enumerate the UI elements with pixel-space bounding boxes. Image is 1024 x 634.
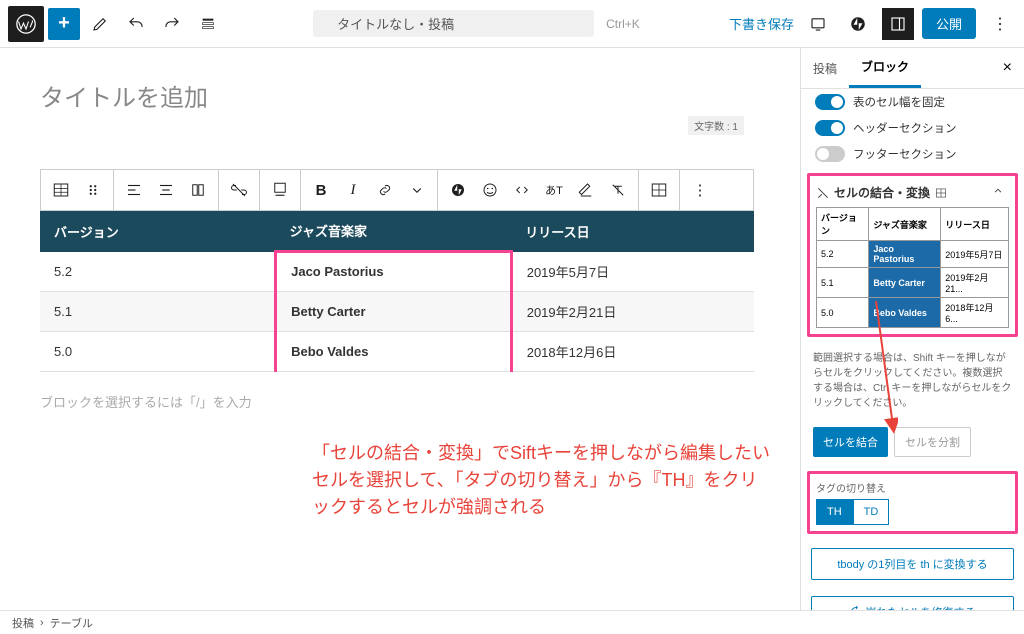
tab-post[interactable]: 投稿	[801, 50, 849, 87]
code-icon[interactable]	[506, 172, 538, 208]
table-row: 5.2 Jaco Pastorius 2019年5月7日	[40, 252, 754, 292]
help-text: 範囲選択する場合は、Shift キーを押しながらセルをクリックしてください。複数…	[803, 351, 1022, 411]
add-block-button[interactable]: +	[48, 8, 80, 40]
table-edit-icon[interactable]	[643, 172, 675, 208]
font-size-icon[interactable]: あT	[538, 172, 570, 208]
tag-switch-panel: タグの切り替え TH TD	[807, 471, 1018, 534]
block-appender[interactable]: ブロックを選択するには「/」を入力	[40, 392, 760, 411]
char-count-badge: 文字数 : 1	[688, 116, 744, 135]
close-icon[interactable]: ×	[991, 51, 1024, 85]
unlink-icon[interactable]	[223, 172, 255, 208]
emoji-icon[interactable]	[474, 172, 506, 208]
more-options-icon[interactable]: ⋮	[684, 172, 716, 208]
table-block-icon[interactable]	[45, 172, 77, 208]
table-header[interactable]: リリース日	[511, 211, 754, 252]
document-title[interactable]: タイトルなし・投稿	[313, 10, 594, 37]
tab-block[interactable]: ブロック	[849, 48, 921, 88]
main-table[interactable]: バージョン ジャズ音楽家 リリース日 5.2 Jaco Pastorius 20…	[40, 211, 754, 372]
annotation-text: 「セルの結合・変換」でSiftキーを押しながら編集したいセルを選択して、「タブの…	[312, 440, 772, 521]
settings-panel-toggle[interactable]	[882, 8, 914, 40]
clear-format-icon[interactable]	[602, 172, 634, 208]
split-cells-button[interactable]: セルを分割	[894, 427, 971, 457]
breadcrumb: 投稿 › テーブル	[0, 610, 1024, 634]
caption-icon[interactable]	[264, 172, 296, 208]
italic-icon[interactable]: I	[337, 172, 369, 208]
align-left-icon[interactable]	[118, 172, 150, 208]
shortcut-hint: Ctrl+K	[606, 17, 640, 31]
edit-mode-icon[interactable]	[84, 8, 116, 40]
block-toolbar: B I あT ⋮	[40, 169, 754, 211]
highlight-icon[interactable]	[570, 172, 602, 208]
cell-merge-panel: セルの結合・変換 バージョン ジャズ音楽家 リリース日 5.2Jaco Past…	[807, 173, 1018, 337]
publish-button[interactable]: 公開	[922, 8, 976, 39]
drag-handle-icon[interactable]	[77, 172, 109, 208]
redo-icon[interactable]	[156, 8, 188, 40]
chevron-up-icon[interactable]	[991, 184, 1009, 201]
align-center-icon[interactable]	[150, 172, 182, 208]
table-header[interactable]: バージョン	[40, 211, 276, 252]
details-icon[interactable]	[192, 8, 224, 40]
more-menu-icon[interactable]: ⋮	[984, 8, 1016, 40]
table-row: 5.1 Betty Carter 2019年2月21日	[40, 291, 754, 331]
repair-cells-button[interactable]: 崩れたセルを修復する	[811, 596, 1014, 610]
save-draft-link[interactable]: 下書き保存	[729, 14, 794, 33]
jetpack-icon[interactable]	[842, 8, 874, 40]
tag-td-button[interactable]: TD	[853, 499, 890, 525]
link-icon[interactable]	[369, 172, 401, 208]
wp-logo[interactable]	[8, 6, 44, 42]
merge-cells-button[interactable]: セルを結合	[813, 427, 888, 457]
toggle-fixed-width[interactable]	[815, 94, 845, 110]
tag-th-button[interactable]: TH	[816, 499, 853, 525]
breadcrumb-item[interactable]: 投稿	[12, 615, 34, 631]
toggle-header-section[interactable]	[815, 120, 845, 136]
table-icon	[934, 186, 948, 200]
table-row: 5.0 Bebo Valdes 2018年12月6日	[40, 331, 754, 371]
chevron-down-icon[interactable]	[401, 172, 433, 208]
convert-th-button[interactable]: tbody の1列目を th に変換する	[811, 548, 1014, 580]
table-header[interactable]: ジャズ音楽家	[276, 211, 512, 252]
post-title-input[interactable]: タイトルを追加	[40, 78, 760, 113]
undo-icon[interactable]	[120, 8, 152, 40]
preview-table[interactable]: バージョン ジャズ音楽家 リリース日 5.2Jaco Pastorius2019…	[816, 207, 1009, 328]
bold-icon[interactable]: B	[305, 172, 337, 208]
preview-icon[interactable]	[802, 8, 834, 40]
breadcrumb-item[interactable]: テーブル	[50, 615, 93, 631]
toggle-footer-section[interactable]	[815, 146, 845, 162]
column-align-icon[interactable]	[182, 172, 214, 208]
jetpack-tool-icon[interactable]	[442, 172, 474, 208]
settings-sidebar: 投稿 ブロック × 表のセル幅を固定 ヘッダーセクション フッターセクション セ…	[800, 48, 1024, 610]
